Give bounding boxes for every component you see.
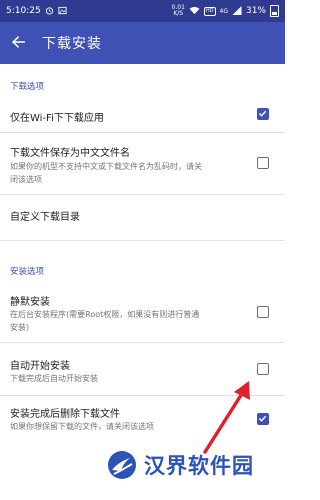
annotation-arrow xyxy=(203,381,250,454)
watermark-logo-icon xyxy=(108,451,136,479)
watermark-text: 汉界软件园 xyxy=(144,454,254,478)
watermark: 汉界软件园 xyxy=(108,450,254,480)
